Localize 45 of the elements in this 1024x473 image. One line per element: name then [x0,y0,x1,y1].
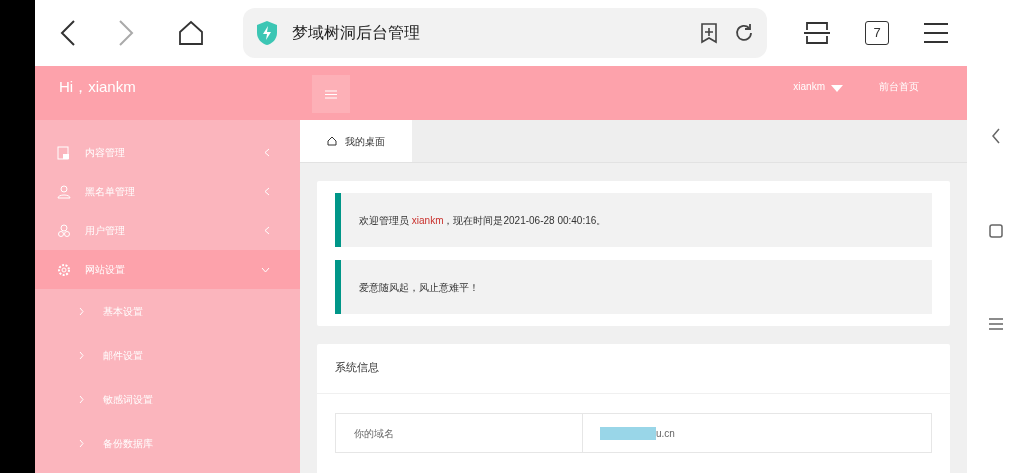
menu-toggle-button[interactable] [312,75,350,113]
chevron-right-icon [79,306,84,316]
list-icon [325,89,337,99]
front-page-link[interactable]: 前台首页 [879,66,919,94]
reload-icon[interactable] [734,23,754,43]
back-icon[interactable] [990,128,1001,144]
people-icon [57,223,71,238]
tab-count[interactable]: 7 [865,21,889,45]
tab[interactable]: 我的桌面 [300,120,412,162]
chevron-right-icon [79,394,84,404]
chevron-right-icon [79,350,84,360]
person-icon [57,184,71,199]
user-menu[interactable]: xiankm [793,66,843,94]
sidebar-item[interactable]: 黑名单管理 [35,172,300,211]
menu-icon[interactable] [924,23,948,43]
bookmark-add-icon[interactable] [700,22,718,44]
chevron-right-icon [79,438,84,448]
split-view-icon[interactable] [804,21,830,45]
submenu-item[interactable]: 敏感词设置 [35,377,300,421]
shield-icon [256,20,278,46]
table-cell: 你的域名 [336,414,583,452]
notice-text: 爱意随风起，风止意难平！ [359,280,479,295]
document-icon [57,145,71,160]
card-title: 系统信息 [335,361,379,373]
address-bar[interactable]: 梦域树洞后台管理 [243,8,767,58]
notice-text: 欢迎管理员 xiankm，现在时间是2021-06-28 00:40:16。 [359,213,607,228]
chevron-left-icon [264,226,270,235]
home-icon[interactable] [178,20,204,46]
submenu-item[interactable]: 基本设置 [35,289,300,333]
greeting: Hi，xiankm [58,77,137,97]
caret-icon [831,85,843,92]
sidebar-item[interactable]: 内容管理 [35,133,300,172]
table-cell-text: u.cn [656,426,675,441]
square-icon[interactable] [988,224,1003,238]
chevron-down-icon [261,266,270,273]
home-icon [327,136,337,146]
sidebar-item[interactable]: 用户管理 [35,211,300,250]
chevron-left-icon [264,187,270,196]
back-icon[interactable] [60,20,76,46]
page-title: 梦域树洞后台管理 [292,23,421,43]
submenu-item[interactable]: 邮件设置 [35,333,300,377]
submenu-item[interactable]: 备份数据库 [35,421,300,465]
gear-icon [57,262,71,277]
chevron-left-icon [264,148,270,157]
sidebar-item[interactable]: 网站设置 [35,250,300,289]
